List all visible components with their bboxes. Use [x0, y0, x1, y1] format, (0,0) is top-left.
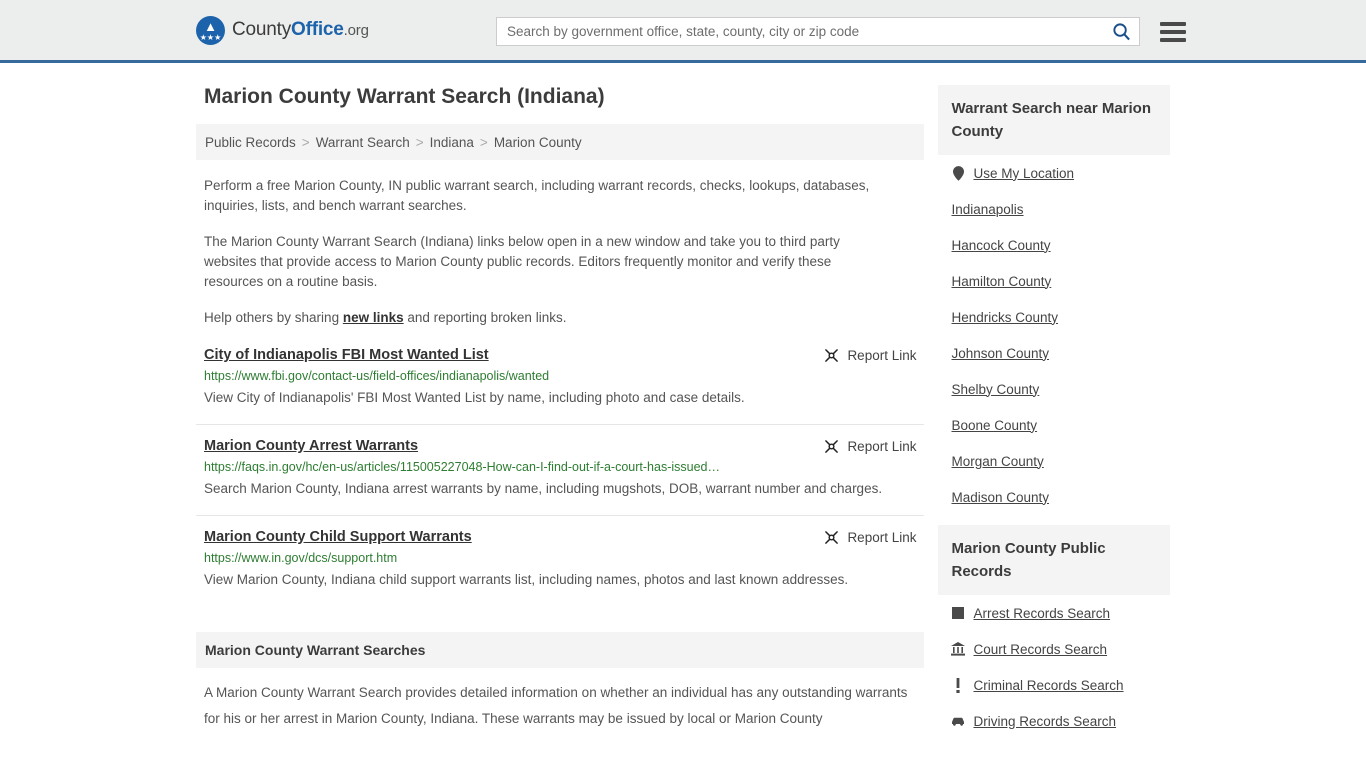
sidebar-link-label[interactable]: Arrest Records Search	[973, 606, 1110, 621]
logo-text-office: Office	[291, 19, 344, 40]
sidebar-public-records-list: Arrest Records Search Court Records Sear…	[938, 595, 1170, 739]
result-description: View Marion County, Indiana child suppor…	[204, 572, 849, 587]
map-pin-icon	[951, 165, 965, 181]
sidebar-link-label[interactable]: Criminal Records Search	[973, 678, 1123, 693]
sidebar-link-label[interactable]: Hancock County	[951, 238, 1050, 253]
intro-paragraph-1: Perform a free Marion County, IN public …	[204, 178, 870, 213]
new-links-link[interactable]: new links	[343, 310, 404, 325]
report-link-button[interactable]: Report Link	[824, 439, 916, 454]
result-title-link[interactable]: Marion County Arrest Warrants	[204, 438, 418, 454]
sidebar-link-label[interactable]: Hamilton County	[951, 274, 1051, 289]
breadcrumb-item-warrant-search[interactable]: Warrant Search	[316, 135, 410, 150]
report-link-label: Report Link	[847, 348, 917, 363]
sidebar-item-madison-county[interactable]: Madison County	[938, 479, 1170, 515]
exclamation-icon	[951, 677, 965, 693]
results-list: City of Indianapolis FBI Most Wanted Lis…	[196, 347, 925, 606]
report-link-label: Report Link	[847, 530, 917, 545]
breadcrumb-item-public-records[interactable]: Public Records	[205, 135, 296, 150]
result-header: Marion County Arrest Warrants Report Lin…	[204, 438, 916, 454]
breadcrumb-item-indiana[interactable]: Indiana	[430, 135, 474, 150]
warrant-searches-heading: Marion County Warrant Searches	[196, 632, 925, 668]
result-url: https://www.fbi.gov/contact-us/field-off…	[204, 369, 550, 383]
car-icon	[951, 716, 965, 726]
result-header: Marion County Child Support Warrants Rep…	[204, 529, 916, 545]
site-logo[interactable]: ▲ ★★★ CountyOffice.org	[196, 15, 369, 45]
courthouse-icon	[951, 642, 966, 656]
sidebar-item-use-my-location[interactable]: Use My Location	[938, 155, 1170, 191]
main-column: Marion County Warrant Search (Indiana) P…	[196, 85, 925, 739]
search-button[interactable]	[1103, 22, 1139, 41]
sidebar-link-label[interactable]: Boone County	[951, 418, 1037, 433]
sidebar-link-label[interactable]: Use My Location	[973, 166, 1074, 181]
search-area	[496, 17, 1186, 46]
search-box[interactable]	[496, 17, 1140, 46]
result-header: City of Indianapolis FBI Most Wanted Lis…	[204, 347, 916, 363]
help-text-before: Help others by sharing	[204, 310, 343, 325]
sidebar-heading-nearby: Warrant Search near Marion County	[938, 85, 1170, 155]
intro-paragraph-2: The Marion County Warrant Search (Indian…	[204, 234, 840, 289]
report-link-label: Report Link	[847, 439, 917, 454]
logo-text: CountyOffice.org	[232, 19, 369, 41]
result-title-link[interactable]: City of Indianapolis FBI Most Wanted Lis…	[204, 347, 489, 363]
hamburger-menu-icon[interactable]	[1160, 17, 1186, 46]
sidebar-link-label[interactable]: Driving Records Search	[973, 714, 1116, 729]
result-title-link[interactable]: Marion County Child Support Warrants	[204, 529, 472, 545]
result-description: View City of Indianapolis' FBI Most Want…	[204, 390, 745, 405]
result-item: City of Indianapolis FBI Most Wanted Lis…	[196, 347, 925, 425]
breadcrumb: Public Records > Warrant Search > Indian…	[196, 124, 925, 160]
page-title: Marion County Warrant Search (Indiana)	[204, 85, 605, 108]
sidebar-link-label[interactable]: Johnson County	[951, 346, 1049, 361]
sidebar-item-indianapolis[interactable]: Indianapolis	[938, 191, 1170, 227]
result-item: Marion County Child Support Warrants Rep…	[196, 529, 924, 606]
result-url: https://faqs.in.gov/hc/en-us/articles/11…	[204, 460, 720, 474]
logo-text-county: County	[232, 19, 292, 40]
sidebar: Warrant Search near Marion County Use My…	[938, 85, 1170, 739]
search-input[interactable]	[497, 24, 1103, 39]
broken-link-icon	[825, 531, 839, 544]
broken-link-icon	[825, 440, 839, 453]
breadcrumb-separator: >	[415, 134, 424, 150]
sidebar-heading-public-records: Marion County Public Records	[938, 525, 1170, 595]
sidebar-item-court-records-search[interactable]: Court Records Search	[938, 631, 1170, 667]
sidebar-item-criminal-records-search[interactable]: Criminal Records Search	[938, 667, 1170, 703]
page-body: Marion County Warrant Search (Indiana) P…	[0, 63, 1366, 739]
result-url: https://www.in.gov/dcs/support.htm	[204, 551, 398, 565]
breadcrumb-separator: >	[479, 134, 488, 150]
sidebar-link-label[interactable]: Indianapolis	[951, 202, 1023, 217]
report-link-button[interactable]: Report Link	[824, 348, 916, 363]
breadcrumb-separator: >	[301, 134, 310, 150]
sidebar-item-boone-county[interactable]: Boone County	[938, 407, 1170, 443]
search-icon	[1112, 23, 1130, 41]
sidebar-link-label[interactable]: Shelby County	[951, 382, 1039, 397]
result-description: Search Marion County, Indiana arrest war…	[204, 481, 883, 496]
content-container: Marion County Warrant Search (Indiana) P…	[196, 85, 1170, 739]
sidebar-link-label[interactable]: Madison County	[951, 490, 1049, 505]
sidebar-item-morgan-county[interactable]: Morgan County	[938, 443, 1170, 479]
sidebar-item-hancock-county[interactable]: Hancock County	[938, 227, 1170, 263]
sidebar-item-shelby-county[interactable]: Shelby County	[938, 371, 1170, 407]
logo-text-org: .org	[343, 22, 369, 39]
sidebar-link-label[interactable]: Court Records Search	[973, 642, 1107, 657]
sidebar-item-hamilton-county[interactable]: Hamilton County	[938, 263, 1170, 299]
broken-link-icon	[825, 349, 839, 362]
help-paragraph: Help others by sharing new links and rep…	[204, 308, 904, 328]
result-item: Marion County Arrest Warrants Report Lin…	[196, 438, 925, 516]
sidebar-nearby-list: Use My Location Indianapolis Hancock Cou…	[938, 155, 1170, 515]
warrant-searches-body: A Marion County Warrant Search provides …	[204, 685, 908, 726]
help-text-after: and reporting broken links.	[403, 310, 567, 325]
sidebar-link-label[interactable]: Morgan County	[951, 454, 1043, 469]
sidebar-link-label[interactable]: Hendricks County	[951, 310, 1058, 325]
sidebar-item-johnson-county[interactable]: Johnson County	[938, 335, 1170, 371]
eagle-seal-icon: ▲ ★★★	[196, 15, 225, 45]
report-link-button[interactable]: Report Link	[824, 530, 916, 545]
sidebar-item-driving-records-search[interactable]: Driving Records Search	[938, 703, 1170, 739]
breadcrumb-item-marion-county[interactable]: Marion County	[494, 135, 582, 150]
square-badge-icon	[951, 607, 965, 619]
sidebar-item-arrest-records-search[interactable]: Arrest Records Search	[938, 595, 1170, 631]
sidebar-item-hendricks-county[interactable]: Hendricks County	[938, 299, 1170, 335]
site-header: ▲ ★★★ CountyOffice.org	[0, 0, 1366, 63]
